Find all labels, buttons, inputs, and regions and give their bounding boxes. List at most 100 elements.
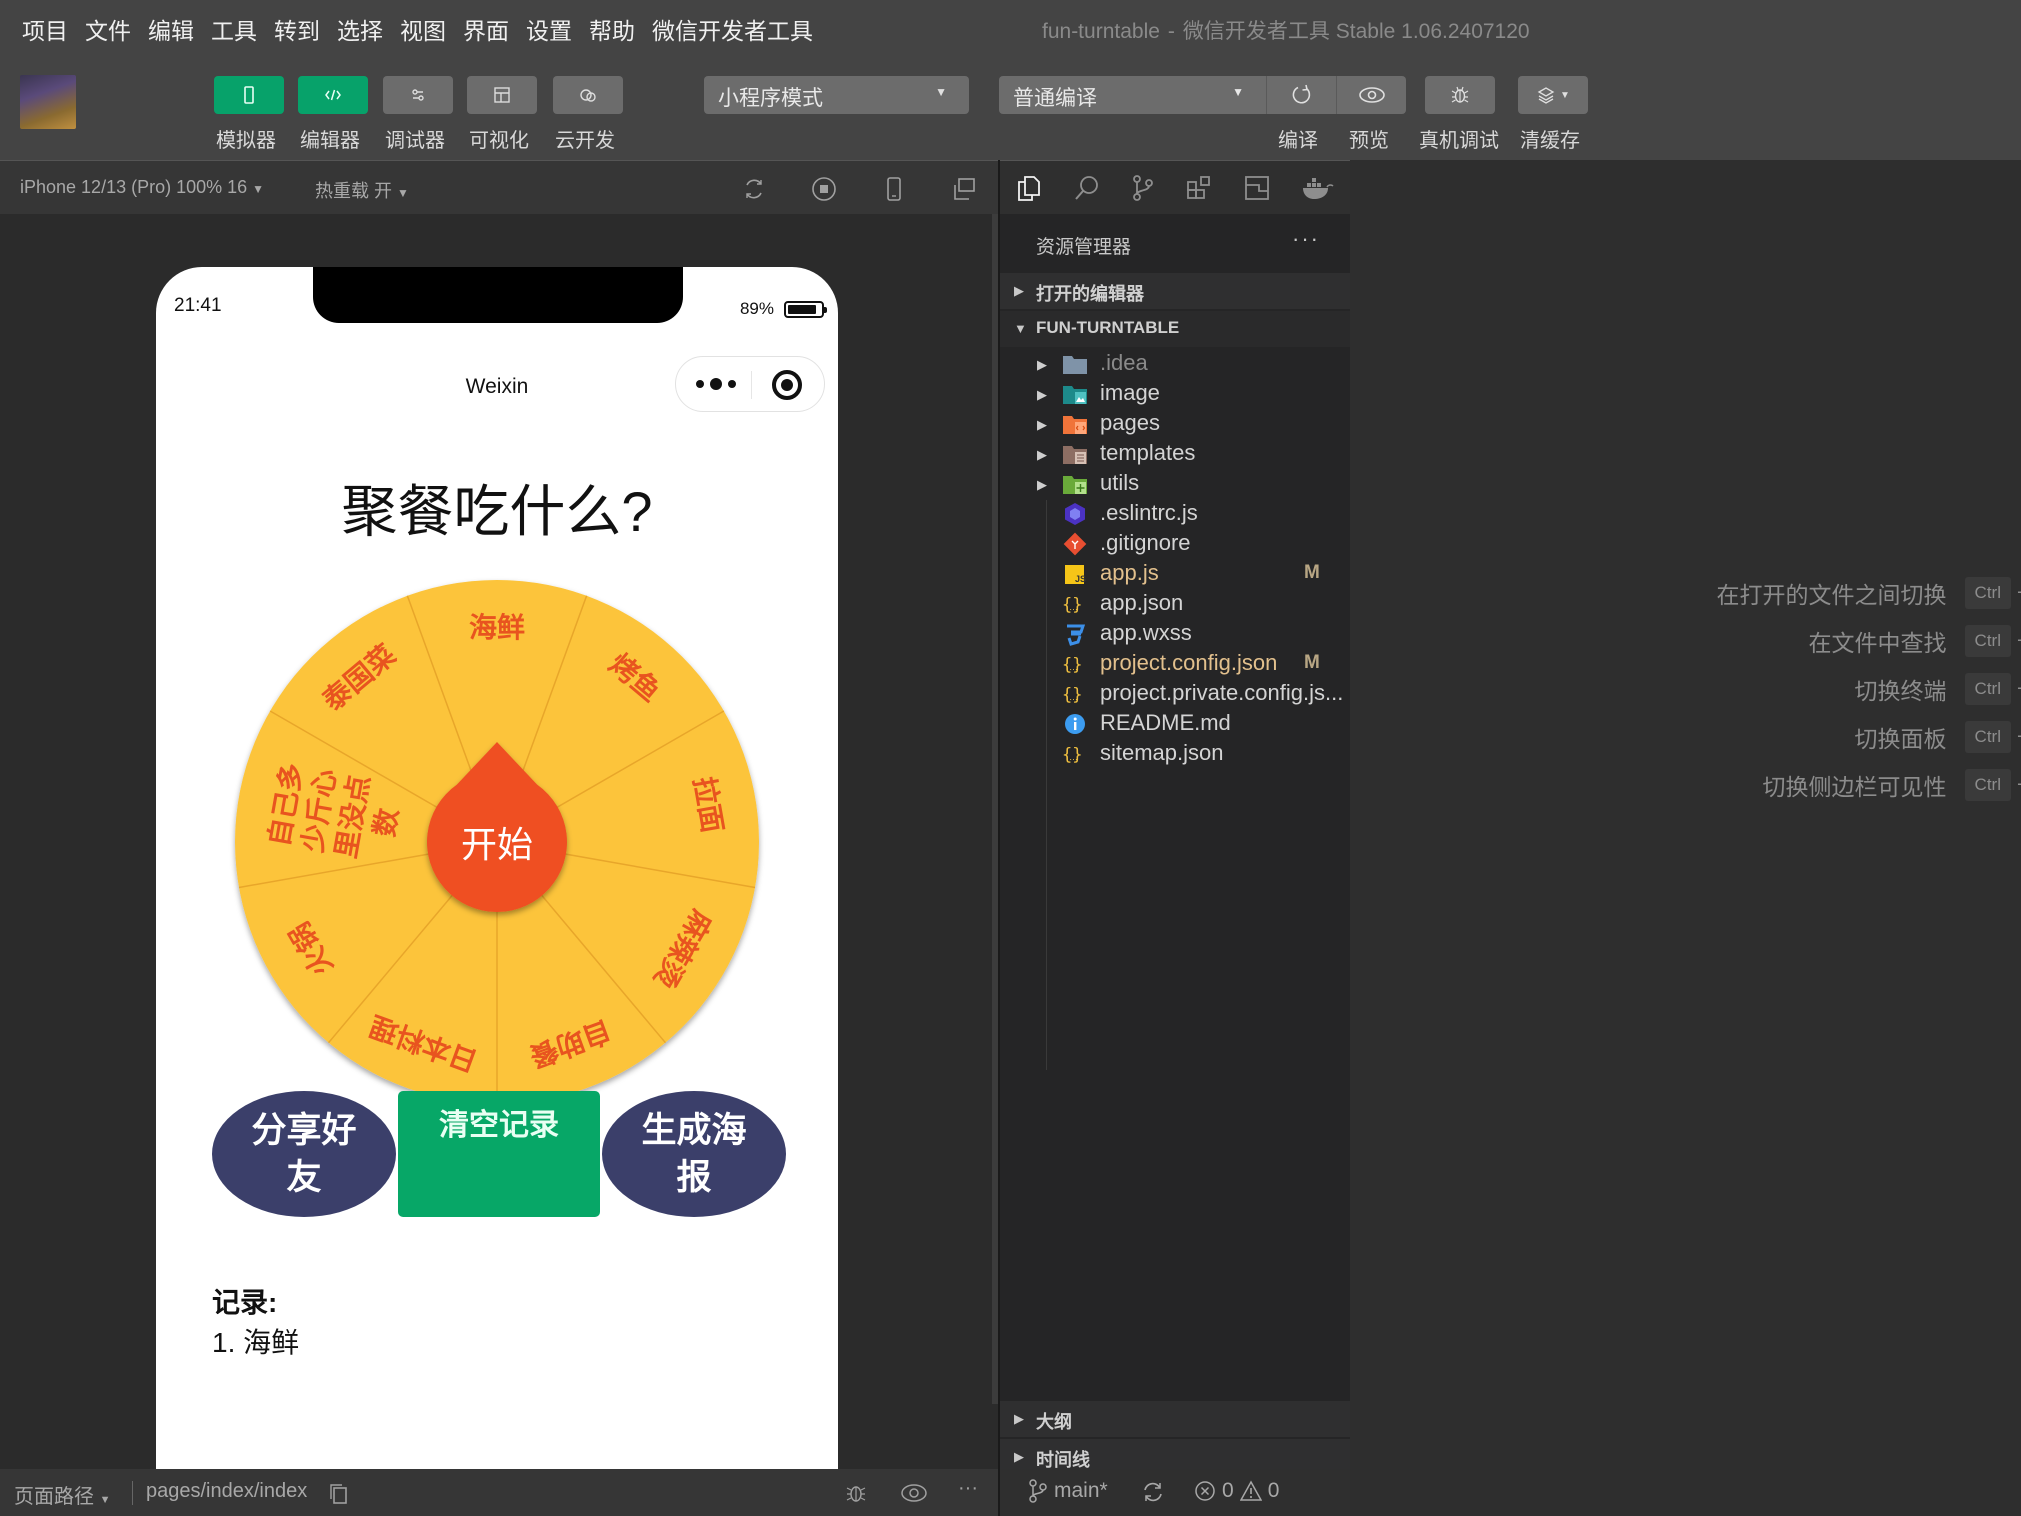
menu-help[interactable]: 帮助 [589,12,635,46]
explorer-more-button[interactable]: ··· [1292,226,1320,252]
extensions-icon[interactable] [1184,173,1214,203]
device-icon[interactable] [880,175,908,203]
more-dots-icon[interactable] [694,373,738,395]
turntable-svg: 海鲜烤鱼拉面麻辣烫自助餐日本料理火锅自己多少斤心里没点数泰国菜 开始 [235,580,759,1104]
search-icon[interactable] [1072,173,1102,203]
mode-select[interactable]: 小程序模式 ▼ [704,76,969,114]
more-icon[interactable]: ··· [958,1477,978,1500]
sync-icon[interactable] [1140,1479,1166,1505]
source-control-icon[interactable] [1128,173,1158,203]
start-label[interactable]: 开始 [461,825,533,866]
shortcut-plus: + [2017,726,2021,749]
activity-bar [1000,160,1352,214]
record-stop-icon[interactable] [810,175,838,203]
detach-window-icon[interactable] [950,175,978,203]
error-icon [1195,1481,1215,1501]
simulator-toggle-button[interactable] [214,76,284,114]
folder-image-icon [1062,382,1088,406]
preview-label: 预览 [1349,130,1389,152]
menu-edit[interactable]: 编辑 [148,12,194,46]
page-path: pages/index/index [146,1480,308,1502]
chevron-right-icon[interactable]: ▶ [1037,357,1047,373]
warning-icon [1239,1480,1262,1501]
menu-goto[interactable]: 转到 [274,12,320,46]
clear-records-button[interactable]: 清空记录 [398,1091,600,1217]
menu-list: 项目 文件 编辑 工具 转到 选择 视图 界面 设置 帮助 微信开发者工具 [22,12,830,46]
rotate-icon[interactable] [740,175,768,203]
bug-icon[interactable] [842,1479,870,1507]
chevron-down-icon: ▼ [1014,321,1027,336]
hot-reload-select[interactable]: 热重载 开 ▼ [315,177,409,203]
open-editors-label: 打开的编辑器 [1036,284,1144,304]
remote-debug-label: 真机调试 [1419,130,1499,152]
folder-pages-icon [1062,412,1088,436]
window-title-app: 微信开发者工具 Stable 1.06.2407120 [1182,20,1530,43]
menu-project[interactable]: 项目 [22,12,68,46]
close-target-icon[interactable] [772,370,802,400]
json-icon: {}… [1062,682,1088,706]
info-icon [1062,712,1088,736]
svg-text:JS: JS [1075,574,1086,584]
editor-toggle-button[interactable] [298,76,368,114]
menu-view[interactable]: 视图 [400,12,446,46]
shortcut-hint: 切换侧边栏可见性 Ctrl + [1763,765,2021,805]
svg-text:…: … [1069,752,1078,762]
open-editors-section[interactable]: ▶ 打开的编辑器 [1000,273,1352,309]
clear-cache-button[interactable]: ▼ [1518,76,1588,114]
device-select-value: iPhone 12/13 (Pro) 100% 16 [20,177,248,197]
menu-tools[interactable]: 工具 [211,12,257,46]
file-name: pages [1100,410,1160,435]
phone-screen: 21:41 89% Weixin 聚餐吃什么? 海鲜 烤鱼 拉面 麻辣烫 自助餐 日本料理… [156,267,838,1480]
svg-text:…: … [1069,662,1078,672]
modified-badge: M [1304,562,1320,583]
project-section[interactable]: ▼ FUN-TURNTABLE [1000,311,1352,347]
file-name: .eslintrc.js [1100,500,1198,525]
file-name: app.wxss [1100,620,1192,645]
refresh-icon [1292,84,1310,104]
cloud-dev-button[interactable] [553,76,623,114]
menu-interface[interactable]: 界面 [463,12,509,46]
modified-badge: M [1304,652,1320,673]
editor-area: 在打开的文件之间切换 Ctrl + 在文件中查找 Ctrl + 切换终端 Ctrl + 切换面板 C… [1350,160,2021,1516]
branch-status[interactable]: main* [1028,1479,1108,1503]
eye-icon[interactable] [900,1479,928,1507]
menu-select[interactable]: 选择 [337,12,383,46]
compile-select[interactable]: 普通编译 ▼ [999,76,1266,114]
outline-section[interactable]: ▶ 大纲 [1000,1401,1352,1437]
svg-text:…: … [1069,602,1078,612]
file-name: image [1100,380,1160,405]
shortcut-plus: + [2017,630,2021,653]
menu-settings[interactable]: 设置 [526,12,572,46]
debugger-toggle-button[interactable] [383,76,453,114]
visual-toggle-button[interactable] [467,76,537,114]
chevron-right-icon[interactable]: ▶ [1037,387,1047,403]
git-icon [1062,532,1088,556]
problems-status[interactable]: 0 0 [1194,1479,1279,1503]
hot-reload-value: 热重载 开 [315,181,393,201]
remote-debug-button[interactable] [1425,76,1495,114]
docker-icon[interactable] [1300,173,1334,203]
shortcut-plus: + [2017,678,2021,701]
share-friends-button[interactable]: 分享好友 [212,1091,396,1217]
bug-icon [1451,86,1469,103]
page-path-select[interactable]: 页面路径 ▼ [14,1480,110,1509]
preview-button[interactable] [1336,76,1406,114]
user-avatar[interactable] [20,75,76,129]
chevron-right-icon[interactable]: ▶ [1037,417,1047,433]
chevron-right-icon[interactable]: ▶ [1037,447,1047,463]
storage-icon[interactable] [1242,173,1272,203]
chevron-right-icon[interactable]: ▶ [1037,477,1047,493]
cloud-icon [580,89,596,102]
explorer-files-icon[interactable] [1014,173,1044,203]
compile-button[interactable] [1266,76,1336,114]
copy-icon[interactable] [328,1483,350,1505]
file-name: sitemap.json [1100,740,1224,765]
menu-file[interactable]: 文件 [85,12,131,46]
sliders-icon [412,89,424,101]
css-icon [1062,622,1088,646]
generate-poster-button[interactable]: 生成海报 [602,1091,786,1217]
tree-file[interactable]: {}… sitemap.json [1000,736,1352,774]
menu-wechat-devtools[interactable]: 微信开发者工具 [652,12,813,46]
status-battery: 89% [740,299,827,319]
device-select[interactable]: iPhone 12/13 (Pro) 100% 16 ▼ [20,177,264,198]
